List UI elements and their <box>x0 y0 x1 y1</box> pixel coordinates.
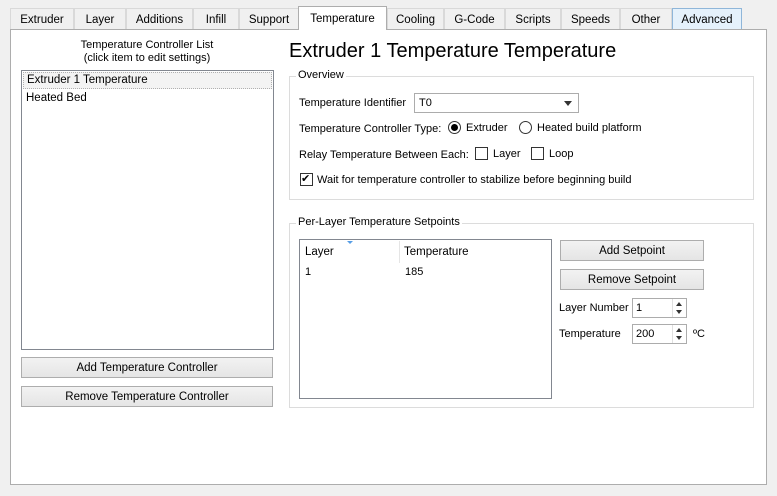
tab-gcode[interactable]: G-Code <box>444 8 505 30</box>
add-temperature-controller-button[interactable]: Add Temperature Controller <box>21 357 273 378</box>
layer-checkbox-label: Layer <box>493 148 521 160</box>
layer-number-spin-buttons[interactable] <box>672 299 686 317</box>
radio-heated-build-platform[interactable] <box>519 121 532 134</box>
cell-temperature: 185 <box>405 266 424 278</box>
radio-heated-build-platform-label: Heated build platform <box>537 122 642 134</box>
layer-checkbox[interactable] <box>475 147 488 160</box>
setpoint-temperature-label: Temperature <box>559 328 621 340</box>
page-title: Extruder 1 Temperature Temperature <box>289 40 617 62</box>
tab-infill[interactable]: Infill <box>193 8 239 30</box>
radio-extruder[interactable] <box>448 121 461 134</box>
setpoints-table[interactable]: Layer Temperature 1 185 <box>299 239 552 399</box>
remove-temperature-controller-button[interactable]: Remove Temperature Controller <box>21 386 273 407</box>
tab-extruder[interactable]: Extruder <box>10 8 74 30</box>
spin-down-icon[interactable] <box>676 336 682 340</box>
tab-scripts[interactable]: Scripts <box>505 8 561 30</box>
loop-checkbox[interactable] <box>531 147 544 160</box>
tab-support[interactable]: Support <box>239 8 299 30</box>
tab-speeds[interactable]: Speeds <box>561 8 620 30</box>
layer-number-stepper[interactable]: 1 <box>632 298 687 318</box>
spin-up-icon[interactable] <box>676 302 682 306</box>
radio-extruder-label: Extruder <box>466 122 508 134</box>
setpoints-group-title: Per-Layer Temperature Setpoints <box>296 216 462 228</box>
spin-down-icon[interactable] <box>676 310 682 314</box>
tab-other[interactable]: Other <box>620 8 672 30</box>
temperature-spin-buttons[interactable] <box>672 325 686 343</box>
temperature-tab-panel: Temperature Controller List (click item … <box>10 29 767 485</box>
controller-type-label: Temperature Controller Type: <box>299 123 442 135</box>
cell-layer: 1 <box>305 266 312 278</box>
tab-advanced[interactable]: Advanced <box>672 8 742 30</box>
temperature-identifier-select[interactable]: T0 <box>414 93 579 113</box>
wait-stabilize-checkbox[interactable]: ✔ <box>300 173 313 186</box>
add-setpoint-button[interactable]: Add Setpoint <box>560 240 704 261</box>
layer-number-label: Layer Number <box>559 302 629 314</box>
tab-layer[interactable]: Layer <box>74 8 126 30</box>
column-header-temperature[interactable]: Temperature <box>400 241 550 263</box>
temperature-unit-label: ºC <box>693 328 705 340</box>
chevron-down-icon <box>564 101 572 106</box>
tab-cooling[interactable]: Cooling <box>387 8 444 30</box>
controller-list[interactable]: Extruder 1 Temperature Heated Bed <box>21 70 274 350</box>
tab-temperature[interactable]: Temperature <box>298 6 387 30</box>
spin-up-icon[interactable] <box>676 328 682 332</box>
temperature-identifier-label: Temperature Identifier <box>299 97 406 109</box>
list-item-extruder-1-temperature[interactable]: Extruder 1 Temperature <box>23 72 272 89</box>
table-row[interactable]: 1 185 <box>301 264 550 281</box>
layer-number-value: 1 <box>636 302 643 314</box>
loop-checkbox-label: Loop <box>549 148 574 160</box>
remove-setpoint-button[interactable]: Remove Setpoint <box>560 269 704 290</box>
overview-group-title: Overview <box>296 69 346 81</box>
relay-label: Relay Temperature Between Each: <box>299 149 469 161</box>
temperature-identifier-value: T0 <box>419 97 432 109</box>
list-item-heated-bed[interactable]: Heated Bed <box>23 90 272 107</box>
wait-stabilize-label: Wait for temperature controller to stabi… <box>317 174 632 186</box>
radio-selected-dot <box>451 124 458 131</box>
temperature-value: 200 <box>636 328 655 340</box>
checkmark-icon: ✔ <box>301 173 311 185</box>
temperature-stepper[interactable]: 200 <box>632 324 687 344</box>
controller-list-hint: (click item to edit settings) <box>83 52 211 64</box>
sort-indicator-icon <box>347 241 353 244</box>
column-header-layer[interactable]: Layer <box>301 241 400 263</box>
controller-list-title: Temperature Controller List <box>80 39 214 51</box>
tab-additions[interactable]: Additions <box>126 8 193 30</box>
